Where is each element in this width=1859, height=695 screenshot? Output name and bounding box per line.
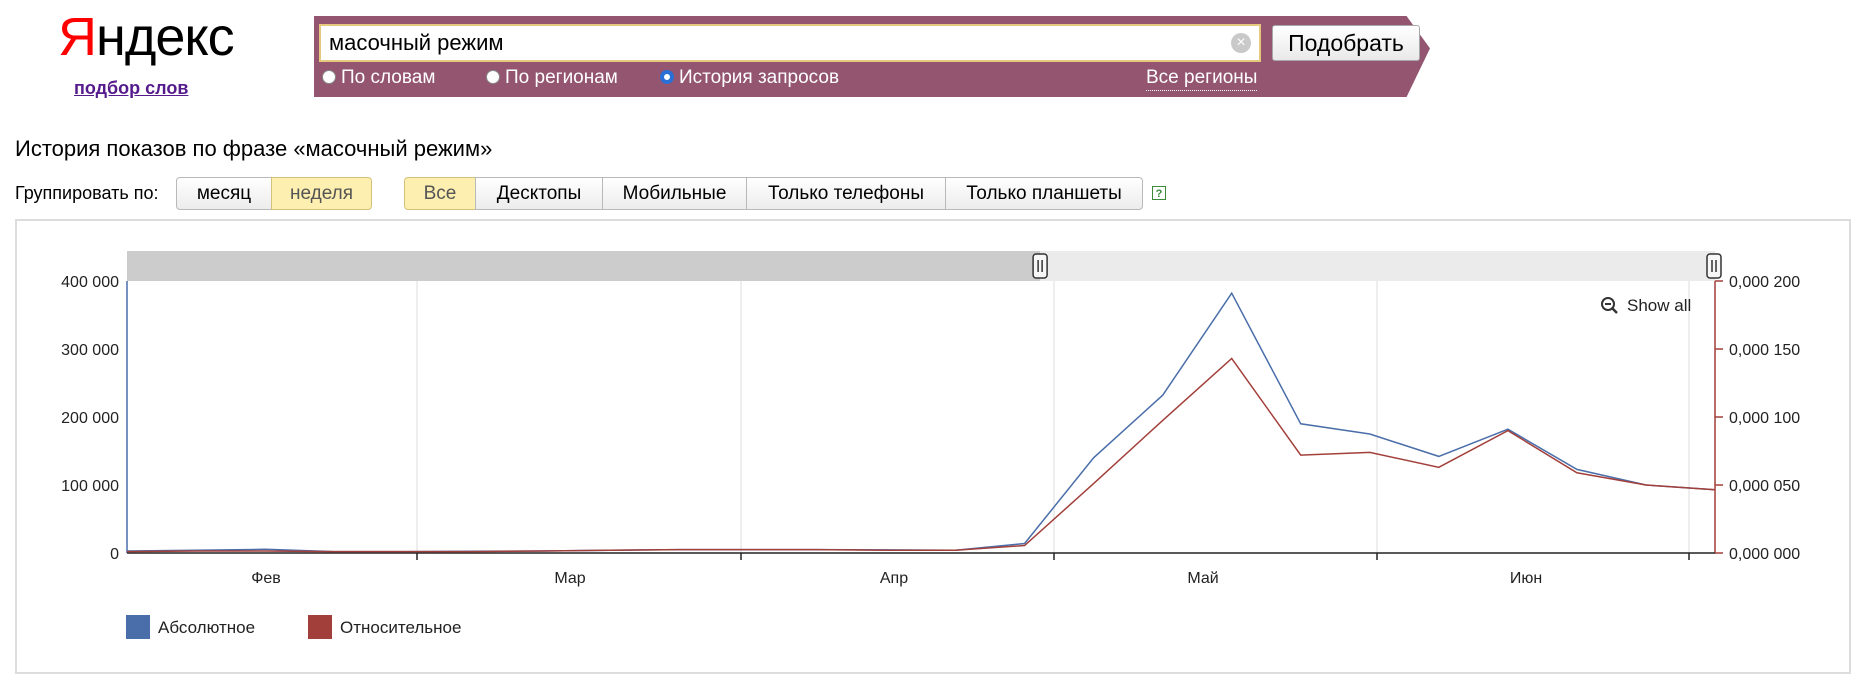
- group-month-button[interactable]: месяц: [176, 177, 272, 210]
- legend-swatch: [308, 615, 332, 639]
- x-axis-ticks: [416, 553, 1690, 560]
- search-field-wrap: ×: [319, 24, 1261, 62]
- radio-by-regions-label: По регионам: [505, 67, 618, 88]
- y-left-tick-label: 300 000: [61, 342, 119, 359]
- device-all-button[interactable]: Все: [404, 177, 476, 210]
- show-all-button[interactable]: Show all: [1601, 296, 1691, 315]
- radio-history-label: История запросов: [679, 67, 840, 88]
- group-week-button[interactable]: неделя: [271, 177, 372, 210]
- y-right-tick-label: 0,000 050: [1729, 478, 1800, 495]
- clear-circle-icon[interactable]: ×: [1231, 33, 1251, 53]
- show-all-label: Show all: [1627, 296, 1691, 315]
- radio-by-words-dot[interactable]: [322, 70, 336, 84]
- legend-item-absolute[interactable]: Абсолютное: [126, 615, 255, 639]
- right-axis-ticks: [1715, 280, 1723, 554]
- search-input[interactable]: [329, 26, 1229, 60]
- y-left-tick-label: 400 000: [61, 274, 119, 291]
- y-right-tick-label: 0,000 000: [1729, 546, 1800, 563]
- navigator-selection[interactable]: [127, 251, 1041, 281]
- radio-by-regions[interactable]: По регионам: [486, 66, 618, 90]
- chart-panel: 400 000 300 000 200 000 100 000 0 0,000 …: [15, 219, 1851, 674]
- navigator-handle-right[interactable]: [1706, 253, 1722, 279]
- history-chart: 400 000 300 000 200 000 100 000 0 0,000 …: [61, 251, 1800, 639]
- zoom-out-icon: [1601, 297, 1618, 314]
- x-tick-label: Май: [1187, 570, 1218, 587]
- series-layer: [126, 291, 1716, 553]
- legend-swatch: [126, 615, 150, 639]
- y-left-tick-label: 100 000: [61, 478, 119, 495]
- grid-lines: [416, 281, 1690, 553]
- device-tablets-button[interactable]: Только планшеты: [945, 177, 1143, 210]
- radio-by-regions-dot[interactable]: [486, 70, 500, 84]
- page-title: История показов по фразе «масочный режим…: [15, 136, 493, 161]
- wordstat-link[interactable]: подбор слов: [74, 78, 188, 99]
- radio-by-words[interactable]: По словам: [322, 66, 435, 90]
- legend-label: Абсолютное: [158, 618, 255, 637]
- legend-label: Относительное: [340, 618, 461, 637]
- group-by-label: Группировать по:: [15, 183, 159, 203]
- radio-history[interactable]: История запросов: [660, 66, 839, 90]
- yandex-logo[interactable]: Яндекс: [58, 2, 235, 72]
- logo-first-letter: Я: [58, 7, 97, 67]
- submit-button[interactable]: Подобрать: [1272, 25, 1420, 61]
- x-tick-label: Мар: [554, 570, 585, 587]
- y-left-tick-label: 200 000: [61, 410, 119, 427]
- series-line-absolute[interactable]: [126, 291, 1716, 553]
- y-right-tick-label: 0,000 100: [1729, 410, 1800, 427]
- logo-rest: ндекс: [96, 7, 235, 67]
- series-line-relative[interactable]: [126, 357, 1716, 553]
- legend-item-relative[interactable]: Относительное: [308, 615, 461, 639]
- x-tick-label: Фев: [251, 570, 281, 587]
- x-tick-label: Июн: [1510, 570, 1542, 587]
- all-regions-link[interactable]: Все регионы: [1146, 66, 1258, 91]
- navigator-handle-left[interactable]: [1032, 253, 1048, 279]
- help-question-icon[interactable]: ?: [1152, 186, 1166, 200]
- y-right-tick-label: 0,000 150: [1729, 342, 1800, 359]
- radio-history-dot[interactable]: [660, 70, 674, 84]
- y-left-tick-label: 0: [110, 546, 119, 563]
- device-mobile-button[interactable]: Мобильные: [602, 177, 747, 210]
- device-desktop-button[interactable]: Десктопы: [475, 177, 603, 210]
- radio-by-words-label: По словам: [341, 67, 436, 88]
- y-right-tick-label: 0,000 200: [1729, 274, 1800, 291]
- device-phones-button[interactable]: Только телефоны: [746, 177, 946, 210]
- x-tick-label: Апр: [880, 570, 908, 587]
